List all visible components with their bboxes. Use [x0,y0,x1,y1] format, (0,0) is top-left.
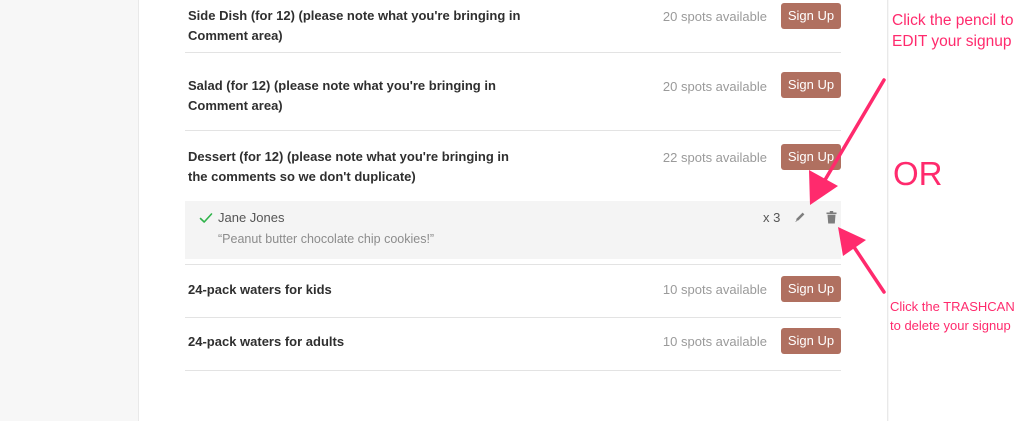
slot-row-side-dish: Side Dish (for 12) (please note what you… [185,0,841,53]
slot-title: 24-pack waters for adults [188,334,345,349]
spots-available: 20 spots available [662,9,767,24]
slot-title: Dessert (for 12) (please note what you'r… [188,149,509,184]
annotation-trash-hint: Click the TRASHCAN to delete your signup [890,299,1015,333]
spots-available: 20 spots available [662,79,767,94]
sign-up-button[interactable]: Sign Up [781,328,841,354]
trash-icon[interactable] [826,211,837,224]
slot-row-waters-kids: 24-pack waters for kids 10 spots availab… [185,265,841,318]
slot-title: Salad (for 12) (please note what you're … [188,78,496,113]
spots-available: 10 spots available [662,282,767,297]
slot-row-salad: Salad (for 12) (please note what you're … [185,53,841,131]
annotation-or: OR [893,155,943,192]
spots-available: 22 spots available [662,150,767,165]
signup-comment: “Peanut butter chocolate chip cookies!” [218,232,435,246]
sign-up-button[interactable]: Sign Up [781,276,841,302]
slot-title: Side Dish (for 12) (please note what you… [188,8,521,43]
slot-row-waters-adults: 24-pack waters for adults 10 spots avail… [185,318,841,371]
check-icon [199,213,213,223]
pencil-icon[interactable] [793,210,807,224]
annotation-edit-hint: Click the pencil to EDIT your signup [892,12,1014,50]
signup-quantity: x 3 [763,210,781,225]
slot-title: 24-pack waters for kids [188,282,332,297]
right-margin [889,0,1024,421]
sign-up-button[interactable]: Sign Up [781,144,841,170]
sign-up-button[interactable]: Sign Up [781,3,841,29]
sign-up-button[interactable]: Sign Up [781,72,841,98]
spots-available: 10 spots available [662,334,767,349]
signup-name: Jane Jones [218,210,285,225]
signup-entry: Jane Jones “Peanut butter chocolate chip… [185,201,841,259]
